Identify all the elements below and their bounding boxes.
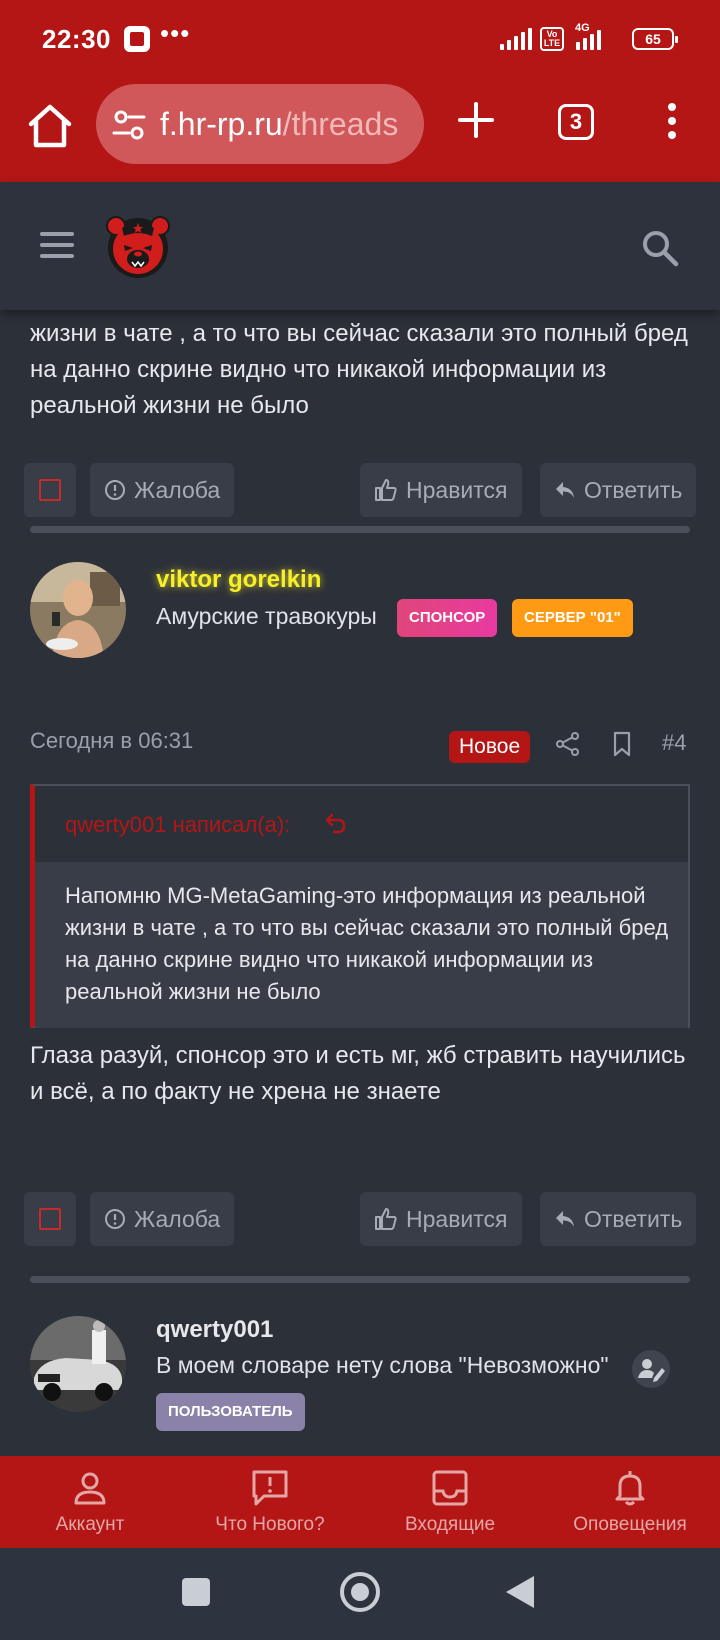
- go-to-quote-icon[interactable]: [323, 810, 349, 836]
- thumbs-up-icon: [375, 1208, 397, 1230]
- bear-logo-icon[interactable]: [104, 212, 172, 280]
- reply-button[interactable]: Ответить: [540, 463, 697, 517]
- avatar[interactable]: [30, 562, 126, 658]
- nav-alerts[interactable]: Оповещения: [540, 1456, 720, 1548]
- quote-text: Напомню MG-MetaGaming-это информация из …: [65, 883, 669, 1004]
- select-post-checkbox[interactable]: [24, 1192, 76, 1246]
- like-label: Нравится: [406, 1205, 508, 1232]
- report-label: Жалоба: [134, 1205, 221, 1232]
- home-circle-icon[interactable]: [340, 1572, 380, 1612]
- like-label: Нравится: [406, 476, 508, 503]
- new-tab-icon[interactable]: [456, 100, 496, 140]
- tab-switcher-button[interactable]: 3: [558, 104, 594, 140]
- username[interactable]: viktor gorelkin: [156, 566, 321, 594]
- nav-account-label: Аккаунт: [55, 1514, 125, 1535]
- thumbs-up-icon: [375, 479, 397, 501]
- status-bar: 22:30 ••• Vo LTE 4G 65: [0, 0, 720, 78]
- url-path: /threads: [282, 106, 399, 142]
- server-badge: СЕРВЕР "01": [512, 599, 633, 637]
- username[interactable]: qwerty001: [156, 1316, 273, 1344]
- new-badge: Новое: [449, 731, 531, 763]
- like-button[interactable]: Нравится: [360, 1192, 522, 1246]
- post-date[interactable]: Сегодня в 06:31: [30, 728, 193, 754]
- report-button[interactable]: Жалоба: [90, 463, 235, 517]
- post-body: Глаза разуй, спонсор это и есть мг, жб с…: [30, 1042, 686, 1105]
- recent-apps-icon[interactable]: [182, 1578, 210, 1606]
- site-header: [0, 182, 720, 310]
- user-title: В моем словаре нету слова "Невозможно": [156, 1352, 609, 1378]
- post-body: Напомню MG-MetaGaming-это информация из …: [30, 310, 688, 419]
- quote-block: qwerty001 написал(а): Напомню MG-MetaGam…: [30, 784, 690, 1028]
- report-label: Жалоба: [134, 476, 221, 503]
- nav-inbox[interactable]: Входящие: [360, 1456, 540, 1548]
- cell-signal-icon: [576, 28, 601, 50]
- select-post-checkbox[interactable]: [24, 463, 76, 517]
- user-edit-icon[interactable]: [632, 1350, 670, 1388]
- browser-menu-icon[interactable]: [660, 100, 684, 148]
- battery-icon: 65: [632, 28, 678, 50]
- share-icon[interactable]: [554, 730, 582, 758]
- browser-toolbar: f.hr-rp.ru/threads 3: [0, 78, 720, 182]
- system-navigation-bar: [0, 1548, 720, 1640]
- report-button[interactable]: Жалоба: [90, 1192, 235, 1246]
- post-action-bar: Жалоба Нравится Ответить: [24, 463, 697, 517]
- notification-app-icon: [124, 26, 150, 52]
- clock: 22:30: [42, 24, 111, 54]
- post-divider: [30, 526, 690, 533]
- thread-content: Напомню MG-MetaGaming-это информация из …: [0, 310, 720, 1456]
- address-bar[interactable]: f.hr-rp.ru/threads: [96, 84, 424, 164]
- hamburger-menu-icon[interactable]: [40, 232, 74, 258]
- alert-circle-icon: [105, 480, 125, 500]
- quote-body: Напомню MG-MetaGaming-это информация из …: [35, 862, 688, 1028]
- more-notifications-icon: •••: [160, 18, 191, 48]
- quote-header: qwerty001 написал(а):: [35, 786, 688, 862]
- avatar[interactable]: [30, 1316, 126, 1412]
- like-button[interactable]: Нравится: [360, 463, 522, 517]
- back-icon[interactable]: [506, 1576, 534, 1608]
- user-role-badge: ПОЛЬЗОВАТЕЛЬ: [156, 1393, 305, 1431]
- reply-button[interactable]: Ответить: [540, 1192, 697, 1246]
- user-icon: [74, 1472, 106, 1505]
- home-icon[interactable]: [24, 100, 76, 152]
- post-divider: [30, 1276, 690, 1283]
- bell-icon: [615, 1471, 645, 1506]
- bookmark-icon[interactable]: [608, 730, 636, 758]
- user-photo-icon: [30, 562, 126, 658]
- nav-inbox-label: Входящие: [404, 1514, 496, 1535]
- inbox-icon: [432, 1470, 468, 1506]
- url-host: f.hr-rp.ru: [160, 106, 283, 142]
- message-alert-icon: [252, 1470, 288, 1506]
- user-photo-icon: [30, 1316, 126, 1412]
- bottom-navigation: Аккаунт Что Нового? Входящие Оповещения: [0, 1456, 720, 1548]
- quote-author[interactable]: qwerty001 написал(а):: [65, 812, 290, 838]
- reply-icon: [556, 482, 574, 498]
- volte-icon: Vo LTE: [540, 27, 564, 51]
- reply-icon: [556, 1211, 574, 1227]
- nav-whats-new-label: Что Нового?: [215, 1514, 325, 1535]
- reply-label: Ответить: [584, 476, 683, 503]
- site-settings-icon[interactable]: [112, 108, 146, 142]
- wifi-signal-icon: [500, 28, 532, 50]
- post-number[interactable]: #4: [662, 730, 686, 756]
- alert-circle-icon: [105, 1209, 125, 1229]
- nav-account[interactable]: Аккаунт: [0, 1456, 180, 1548]
- sponsor-badge: СПОНСОР: [397, 599, 498, 637]
- search-icon[interactable]: [640, 228, 680, 268]
- nav-alerts-label: Оповещения: [573, 1514, 687, 1535]
- nav-whats-new[interactable]: Что Нового?: [180, 1456, 360, 1548]
- url-text: f.hr-rp.ru/threads: [160, 106, 398, 143]
- post-action-bar: Жалоба Нравится Ответить: [24, 1192, 697, 1246]
- user-title: Амурские травокуры: [156, 603, 377, 629]
- reply-label: Ответить: [584, 1205, 683, 1232]
